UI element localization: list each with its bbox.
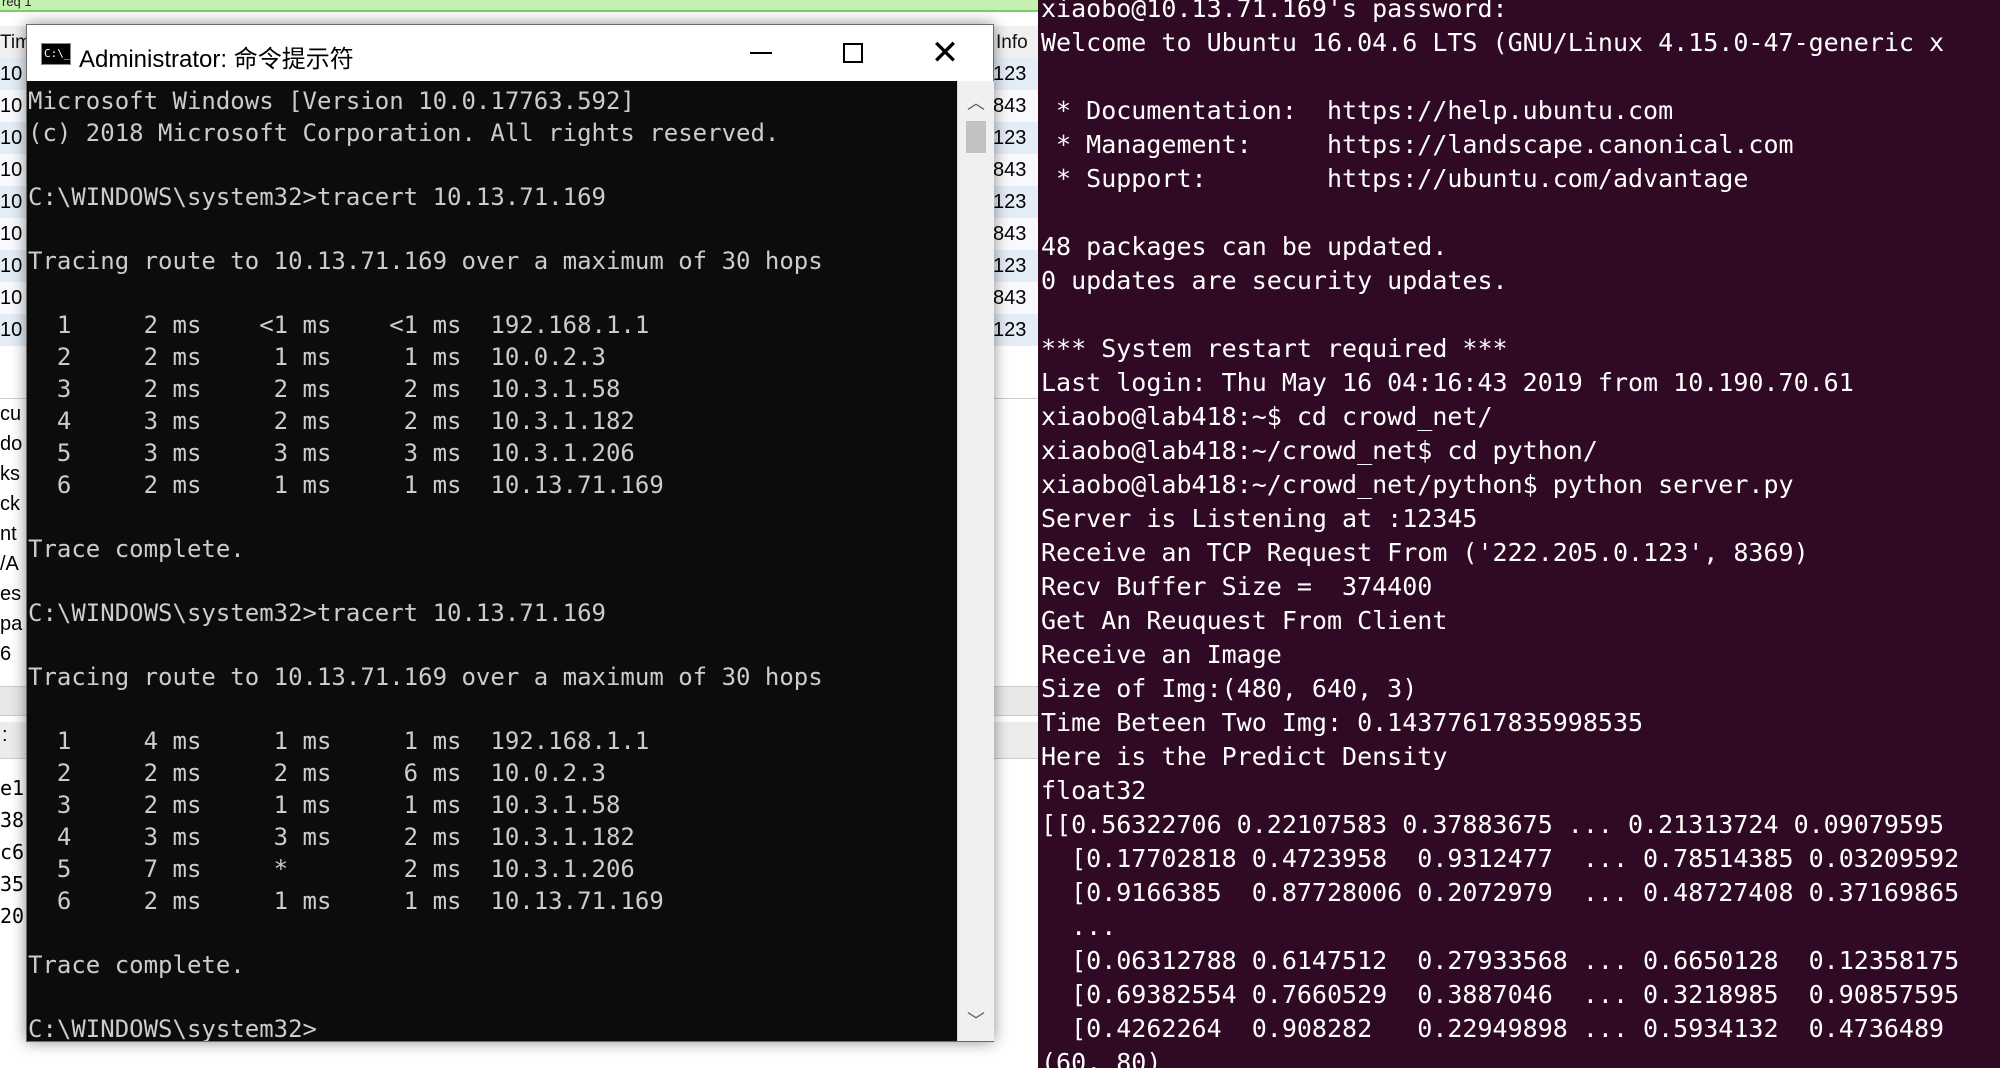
ubuntu-terminal[interactable]: xiaobo@10.13.71.169's password: Welcome t… <box>1038 0 2000 1068</box>
column-header-info[interactable]: Info <box>996 32 1028 54</box>
cmd-output-line: 3 2 ms 1 ms 1 ms 10.3.1.58 <box>28 791 621 819</box>
terminal-output-line: xiaobo@lab418:~$ cd crowd_net/ <box>1041 402 1493 431</box>
terminal-output-line: [0.17702818 0.4723958 0.9312477 ... 0.78… <box>1041 844 1960 873</box>
maximize-button[interactable] <box>807 25 899 81</box>
terminal-output-line: Receive an TCP Request From ('222.205.0.… <box>1041 538 1809 567</box>
terminal-output-line: xiaobo@10.13.71.169's password: <box>1041 0 1508 23</box>
close-button[interactable]: ✕ <box>899 25 991 81</box>
row-info-cell: 843 <box>993 95 1027 117</box>
terminal-output-line: 0 updates are security updates. <box>1041 266 1508 295</box>
terminal-output-line: Last login: Thu May 16 04:16:43 2019 fro… <box>1041 368 1854 397</box>
terminal-output-line: xiaobo@lab418:~/crowd_net$ cd python/ <box>1041 436 1598 465</box>
cmd-window[interactable]: C:\_ Administrator: 命令提示符 ✕ Microsoft Wi… <box>26 24 994 1042</box>
cmd-output-line: 2 2 ms 1 ms 1 ms 10.0.2.3 <box>28 343 606 371</box>
cmd-app-icon[interactable]: C:\_ <box>41 43 71 65</box>
row-time-cell: 10 <box>0 223 23 245</box>
terminal-output-line: Recv Buffer Size = 374400 <box>1041 572 1433 601</box>
terminal-output-line: Get An Reuquest From Client <box>1041 606 1448 635</box>
row-time-cell: 10 <box>0 191 23 213</box>
terminal-output-line: Here is the Predict Density <box>1041 742 1448 771</box>
cmd-scrollbar[interactable]: ︿ ﹀ <box>957 81 994 1041</box>
scroll-down-icon[interactable]: ﹀ <box>958 1007 994 1035</box>
cmd-output-line: Tracing route to 10.13.71.169 over a max… <box>28 247 823 275</box>
terminal-output-line: Size of Img:(480, 640, 3) <box>1041 674 1418 703</box>
terminal-output-line: 48 packages can be updated. <box>1041 232 1448 261</box>
terminal-output-line: * Support: https://ubuntu.com/advantage <box>1041 164 1749 193</box>
cmd-output-line: Trace complete. <box>28 535 245 563</box>
cmd-output-line: 1 4 ms 1 ms 1 ms 192.168.1.1 <box>28 727 650 755</box>
cmd-output-line: 4 3 ms 2 ms 2 ms 10.3.1.182 <box>28 407 635 435</box>
minimize-button[interactable] <box>715 25 807 81</box>
terminal-output-line: float32 <box>1041 776 1147 805</box>
row-time-cell: 10 <box>0 255 23 277</box>
cmd-output-line: 3 2 ms 2 ms 2 ms 10.3.1.58 <box>28 375 621 403</box>
row-time-cell: 10 <box>0 127 23 149</box>
terminal-output-line: * Documentation: https://help.ubuntu.com <box>1041 96 1674 125</box>
scroll-up-icon[interactable]: ︿ <box>958 89 994 117</box>
row-info-cell: 843 <box>993 159 1027 181</box>
cmd-output-line: C:\WINDOWS\system32> <box>28 1015 317 1041</box>
status-strip-label: : <box>2 724 8 746</box>
terminal-output-line: Welcome to Ubuntu 16.04.6 LTS (GNU/Linux… <box>1041 28 1945 57</box>
cmd-output-line: 6 2 ms 1 ms 1 ms 10.13.71.169 <box>28 471 664 499</box>
terminal-output-line: [0.9166385 0.87728006 0.2072979 ... 0.48… <box>1041 878 1960 907</box>
row-time-cell: 10 <box>0 159 23 181</box>
row-time-cell: 10 <box>0 95 23 117</box>
cmd-window-title: Administrator: 命令提示符 <box>79 46 354 73</box>
row-time-cell: 10 <box>0 319 23 341</box>
terminal-output-line: * Management: https://landscape.canonica… <box>1041 130 1794 159</box>
cmd-output-line: 5 3 ms 3 ms 3 ms 10.3.1.206 <box>28 439 635 467</box>
maximize-icon <box>843 43 863 63</box>
cmd-output-line: Microsoft Windows [Version 10.0.17763.59… <box>28 87 635 115</box>
terminal-output-line: Server is Listening at :12345 <box>1041 504 1478 533</box>
close-icon: ✕ <box>930 34 960 72</box>
row-info-cell: 123 <box>993 191 1027 213</box>
terminal-output-line: *** System restart required *** <box>1041 334 1508 363</box>
row-time-cell: 10 <box>0 287 23 309</box>
terminal-output-line: (60, 80) <box>1041 1048 1162 1068</box>
row-info-cell: 123 <box>993 127 1027 149</box>
terminal-output-line: xiaobo@lab418:~/crowd_net/python$ python… <box>1041 470 1794 499</box>
cmd-output-line: 2 2 ms 2 ms 6 ms 10.0.2.3 <box>28 759 606 787</box>
filter-bar[interactable]: req 1 <box>0 0 1040 12</box>
cmd-output-line: 4 3 ms 3 ms 2 ms 10.3.1.182 <box>28 823 635 851</box>
cmd-output-line: 6 2 ms 1 ms 1 ms 10.13.71.169 <box>28 887 664 915</box>
cmd-output-line: C:\WINDOWS\system32>tracert 10.13.71.169 <box>28 183 606 211</box>
terminal-output-line: Receive an Image <box>1041 640 1282 669</box>
row-info-cell: 843 <box>993 223 1027 245</box>
minimize-icon <box>750 52 772 54</box>
scrollbar-thumb[interactable] <box>966 121 986 153</box>
row-info-cell: 123 <box>993 319 1027 341</box>
cmd-output-line: C:\WINDOWS\system32>tracert 10.13.71.169 <box>28 599 606 627</box>
row-info-cell: 843 <box>993 287 1027 309</box>
row-time-cell: 10 <box>0 63 23 85</box>
terminal-output-line: [0.69382554 0.7660529 0.3887046 ... 0.32… <box>1041 980 1960 1009</box>
row-info-cell: 123 <box>993 63 1027 85</box>
terminal-output-line: [0.06312788 0.6147512 0.27933568 ... 0.6… <box>1041 946 1960 975</box>
terminal-output-line: [0.4262264 0.908282 0.22949898 ... 0.593… <box>1041 1014 1945 1043</box>
cmd-output-line: 1 2 ms <1 ms <1 ms 192.168.1.1 <box>28 311 650 339</box>
filter-text: req 1 <box>2 0 32 9</box>
terminal-output-line: Time Beteen Two Img: 0.14377617835998535 <box>1041 708 1644 737</box>
cmd-output-line: Tracing route to 10.13.71.169 over a max… <box>28 663 823 691</box>
terminal-output-line: [[0.56322706 0.22107583 0.37883675 ... 0… <box>1041 810 1945 839</box>
cmd-console-output[interactable]: Microsoft Windows [Version 10.0.17763.59… <box>27 81 957 1041</box>
cmd-output-line: Trace complete. <box>28 951 245 979</box>
terminal-output-line: ... <box>1041 912 1117 941</box>
row-info-cell: 123 <box>993 255 1027 277</box>
cmd-title-bar[interactable]: C:\_ Administrator: 命令提示符 ✕ <box>27 25 993 81</box>
cmd-output-line: 5 7 ms * 2 ms 10.3.1.206 <box>28 855 635 883</box>
cmd-output-line: (c) 2018 Microsoft Corporation. All righ… <box>28 119 780 147</box>
